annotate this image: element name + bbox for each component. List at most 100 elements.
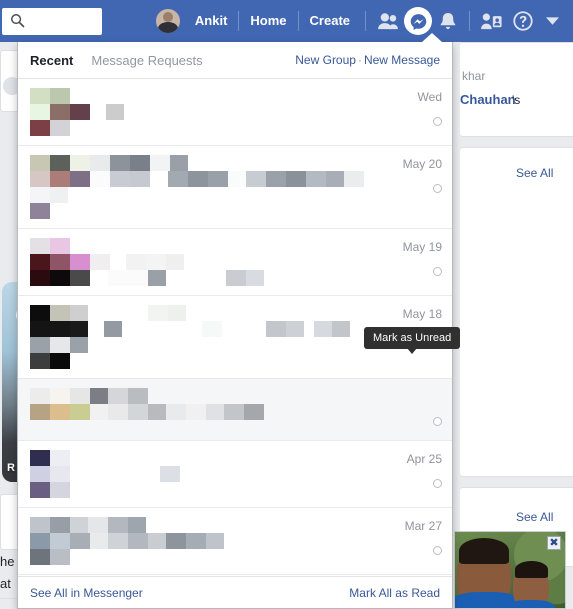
redaction-block	[30, 321, 50, 337]
redaction-block	[50, 388, 70, 404]
new-message-link[interactable]: New Message	[364, 53, 440, 67]
redaction-block	[50, 517, 70, 533]
redaction-block	[50, 238, 70, 254]
redaction-block	[306, 171, 326, 187]
redaction-block	[90, 171, 110, 187]
redaction-line	[30, 120, 368, 136]
mark-as-unread-toggle[interactable]	[433, 117, 442, 126]
redaction-block	[110, 155, 130, 171]
right-card-list-1: See All	[460, 147, 573, 477]
redaction-block	[146, 254, 166, 270]
mark-as-unread-tooltip: Mark as Unread	[364, 327, 461, 354]
redaction-block	[90, 155, 110, 171]
mark-as-unread-toggle[interactable]	[433, 479, 442, 488]
background-text-fragment-1: he	[0, 554, 15, 569]
redaction-block	[90, 388, 108, 404]
nav-profile-name[interactable]: Ankit	[186, 0, 237, 42]
tab-recent[interactable]: Recent	[30, 53, 73, 68]
message-row[interactable]: Apr 25	[18, 441, 452, 508]
redaction-block	[326, 171, 344, 187]
see-all-in-messenger-link[interactable]: See All in Messenger	[30, 586, 143, 600]
see-all-link-2[interactable]: See All	[516, 510, 553, 524]
message-timestamp	[376, 390, 442, 404]
new-group-link[interactable]: New Group	[295, 53, 356, 67]
mark-as-unread-toggle[interactable]	[433, 267, 442, 276]
account-caret-icon[interactable]	[539, 7, 565, 35]
background-name-fragment-2[interactable]: Chauhan	[460, 92, 516, 107]
redaction-block	[30, 404, 50, 420]
message-row[interactable]: Mar 26	[18, 575, 452, 576]
redaction-block	[106, 104, 124, 120]
messenger-icon[interactable]	[404, 7, 432, 35]
mark-as-unread-toggle[interactable]	[433, 546, 442, 555]
person-shirt-secondary	[507, 600, 555, 608]
photo-thumbnail[interactable]: ✖	[454, 531, 566, 609]
redaction-line	[30, 321, 368, 353]
redaction-block	[88, 517, 108, 533]
background-name-fragment-1: khar	[462, 69, 486, 83]
message-row[interactable]: May 20	[18, 146, 452, 229]
redaction-block	[70, 388, 90, 404]
redaction-block	[50, 482, 70, 498]
mark-as-unread-toggle[interactable]	[433, 184, 442, 193]
redaction-block	[70, 517, 88, 533]
redaction-block	[108, 388, 128, 404]
nav-link-home[interactable]: Home	[241, 0, 295, 42]
redaction-block	[208, 171, 228, 187]
facebook-top-navbar: Ankit Home Create	[0, 0, 573, 42]
redaction-block	[186, 533, 206, 549]
redaction-block	[126, 254, 146, 270]
redaction-block	[332, 321, 350, 337]
redaction-line	[30, 450, 368, 466]
message-row[interactable]: May 19	[18, 229, 452, 296]
avatar[interactable]	[155, 9, 180, 33]
message-row[interactable]	[18, 379, 452, 441]
redaction-block	[170, 155, 188, 171]
facebook-page: R he at S khar Chauhan 's See All See Al…	[0, 0, 573, 609]
notifications-bell-icon[interactable]	[432, 7, 464, 35]
messenger-dropdown: Recent Message Requests New Group · New Me…	[17, 42, 453, 609]
redaction-block	[88, 321, 104, 337]
see-all-link-1[interactable]: See All	[516, 166, 553, 180]
redaction-block	[70, 337, 88, 353]
friend-requests-icon[interactable]	[475, 7, 507, 35]
divider	[238, 11, 240, 31]
nav-link-create[interactable]: Create	[301, 0, 359, 42]
redaction-block	[30, 482, 50, 498]
tab-message-requests[interactable]: Message Requests	[91, 53, 202, 68]
redaction-line	[30, 482, 368, 498]
redaction-block	[206, 533, 224, 549]
story-label: R	[7, 462, 15, 474]
redaction-block	[188, 171, 208, 187]
redaction-line	[30, 270, 368, 286]
redaction-block	[30, 450, 50, 466]
redaction-block	[90, 404, 108, 420]
message-preview-redacted	[30, 450, 376, 498]
action-separator: ·	[357, 53, 362, 67]
redaction-block	[286, 171, 306, 187]
divider	[297, 11, 299, 31]
message-preview-redacted	[30, 88, 376, 136]
redaction-line	[30, 203, 368, 219]
redaction-block	[50, 337, 70, 353]
search-input[interactable]	[2, 8, 102, 35]
redaction-block	[344, 171, 364, 187]
redaction-block	[50, 305, 70, 321]
mark-as-unread-toggle[interactable]	[433, 417, 442, 426]
redaction-block	[108, 533, 128, 549]
message-meta: Apr 25	[376, 450, 442, 493]
message-row[interactable]: Wed	[18, 79, 452, 146]
redaction-block	[88, 305, 148, 321]
redaction-block	[30, 466, 50, 482]
friends-icon[interactable]	[372, 7, 404, 35]
message-row[interactable]: Mar 27	[18, 508, 452, 575]
mark-all-as-read-link[interactable]: Mark All as Read	[349, 586, 440, 600]
navbar-right-group: Ankit Home Create	[155, 0, 565, 42]
redaction-line	[30, 238, 368, 254]
help-question-icon[interactable]	[507, 7, 539, 35]
close-icon[interactable]: ✖	[547, 536, 561, 550]
redaction-block	[70, 305, 88, 321]
redaction-line	[30, 353, 368, 369]
redaction-block	[128, 533, 148, 549]
message-preview-redacted	[30, 155, 376, 219]
